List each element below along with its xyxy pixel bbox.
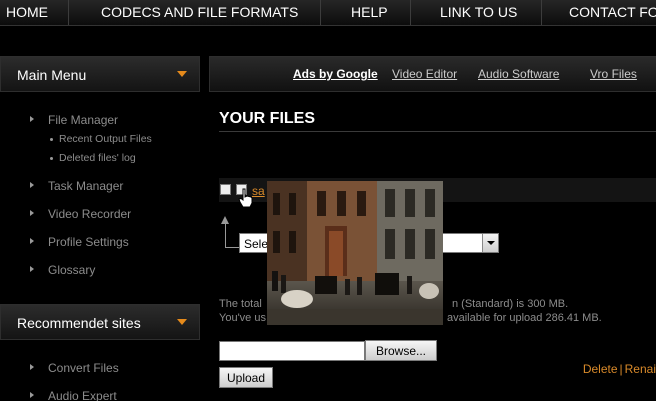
info-used-left: You've us bbox=[219, 312, 266, 324]
browse-button[interactable]: Browse... bbox=[365, 340, 437, 361]
sidebar-item-convert-files[interactable]: Convert Files bbox=[30, 361, 119, 375]
info-total-left: The total bbox=[219, 298, 262, 310]
info-line-used-right: available for upload 286.41 MB. bbox=[447, 312, 602, 324]
file-actions: Delete | Renai bbox=[583, 362, 656, 376]
sidebar-subitem-label: Deleted files' log bbox=[59, 152, 136, 164]
tree-line bbox=[225, 247, 239, 248]
sidebar-subitem-deleted-files-log[interactable]: Deleted files' log bbox=[50, 152, 136, 164]
sidebar-item-label: Convert Files bbox=[48, 361, 119, 375]
chevron-down-icon bbox=[177, 71, 187, 77]
main-menu-title: Main Menu bbox=[17, 67, 87, 83]
title-divider bbox=[219, 131, 656, 132]
nav-help[interactable]: HELP bbox=[351, 0, 388, 25]
info-line-total: The total bbox=[219, 298, 262, 310]
hand-pointer-icon bbox=[238, 188, 253, 208]
sidebar-item-audio-expert[interactable]: Audio Expert bbox=[30, 389, 117, 401]
sidebar-subitem-label: Recent Output Files bbox=[59, 133, 152, 145]
file-select-checkbox[interactable] bbox=[220, 184, 231, 195]
file-path-input[interactable] bbox=[219, 341, 365, 361]
action-separator: | bbox=[619, 362, 623, 376]
sidebar-item-file-manager[interactable]: File Manager bbox=[30, 113, 119, 127]
info-line-used: You've us bbox=[219, 312, 266, 324]
main-menu-header[interactable]: Main Menu bbox=[0, 56, 200, 92]
bullet-arrow-icon bbox=[30, 238, 34, 244]
bullet-arrow-icon bbox=[30, 392, 34, 398]
dropdown-arrow-icon[interactable] bbox=[482, 234, 498, 252]
chevron-down-icon bbox=[177, 319, 187, 325]
nav-link-to-us[interactable]: LINK TO US bbox=[440, 0, 517, 25]
sidebar-item-label: Profile Settings bbox=[48, 235, 129, 249]
bullet-arrow-icon bbox=[30, 116, 34, 122]
action-select-value: Sele bbox=[244, 237, 269, 251]
sidebar-item-label: Glossary bbox=[48, 263, 96, 277]
nav-home[interactable]: HOME bbox=[6, 0, 48, 25]
page-title: YOUR FILES bbox=[219, 110, 316, 127]
bullet-arrow-icon bbox=[30, 182, 34, 188]
sidebar-item-task-manager[interactable]: Task Manager bbox=[30, 179, 124, 193]
upload-button[interactable]: Upload bbox=[219, 367, 273, 388]
bullet-arrow-icon bbox=[30, 266, 34, 272]
bullet-dot-icon bbox=[50, 138, 53, 141]
bullet-dot-icon bbox=[50, 157, 53, 160]
recommended-sites-title: Recommendet sites bbox=[17, 315, 141, 331]
bullet-arrow-icon bbox=[30, 210, 34, 216]
ads-bar: Ads by Google Video Editor Audio Softwar… bbox=[209, 56, 656, 92]
sidebar-item-profile-settings[interactable]: Profile Settings bbox=[30, 235, 129, 249]
sidebar-subitem-recent-output-files[interactable]: Recent Output Files bbox=[50, 133, 152, 145]
nav-separator bbox=[320, 0, 321, 25]
info-line-total-right: n (Standard) is 300 MB. bbox=[452, 298, 568, 310]
nav-separator bbox=[410, 0, 411, 25]
nav-contact[interactable]: CONTACT FO bbox=[569, 0, 656, 25]
recommended-sites-header[interactable]: Recommendet sites bbox=[0, 304, 200, 340]
rename-link[interactable]: Renai bbox=[625, 362, 656, 376]
page: HOME CODECS AND FILE FORMATS HELP LINK T… bbox=[0, 0, 656, 401]
info-used-right: available for upload 286.41 MB. bbox=[447, 312, 602, 324]
nav-separator bbox=[68, 0, 69, 25]
info-total-right: n (Standard) is 300 MB. bbox=[452, 298, 569, 310]
video-preview-thumbnail bbox=[267, 181, 443, 325]
delete-link[interactable]: Delete bbox=[583, 362, 618, 376]
sidebar-item-label: Video Recorder bbox=[48, 207, 132, 221]
top-navigation: HOME CODECS AND FILE FORMATS HELP LINK T… bbox=[0, 0, 656, 26]
ad-link-audio-software[interactable]: Audio Software bbox=[478, 67, 559, 81]
ad-link-video-editor[interactable]: Video Editor bbox=[392, 67, 457, 81]
ad-link-vro-files[interactable]: Vro Files bbox=[590, 67, 637, 81]
nav-separator bbox=[541, 0, 542, 25]
video-frame-image bbox=[267, 181, 443, 325]
sidebar-item-video-recorder[interactable]: Video Recorder bbox=[30, 207, 132, 221]
sidebar-item-label: Audio Expert bbox=[48, 389, 117, 401]
sidebar-item-label: File Manager bbox=[48, 113, 119, 127]
sidebar-item-glossary[interactable]: Glossary bbox=[30, 263, 96, 277]
ads-by-google-link[interactable]: Ads by Google bbox=[293, 67, 378, 81]
sidebar-item-label: Task Manager bbox=[48, 179, 124, 193]
nav-codecs-and-file-formats[interactable]: CODECS AND FILE FORMATS bbox=[101, 0, 298, 25]
bullet-arrow-icon bbox=[30, 364, 34, 370]
tree-line bbox=[225, 222, 226, 248]
